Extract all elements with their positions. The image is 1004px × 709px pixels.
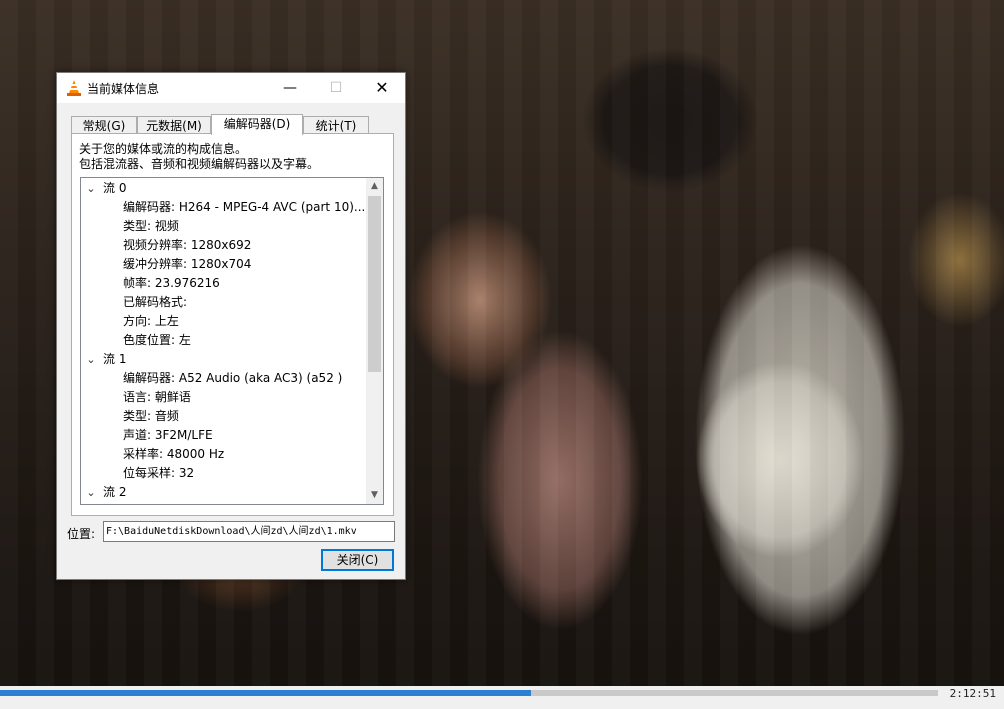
scroll-thumb[interactable] — [368, 196, 381, 372]
tree-item[interactable]: 色度位置: 左 — [123, 331, 191, 350]
tree-node-stream-2[interactable]: ⌄ 流 2 — [81, 483, 366, 502]
title-bar[interactable]: 当前媒体信息 — ☐ ✕ — [57, 73, 405, 103]
tree-item[interactable]: 位每采样: 32 — [123, 464, 194, 483]
panel-description: 关于您的媒体或流的构成信息。 包括混流器、音频和视频编解码器以及字幕。 — [79, 142, 319, 172]
stream-tree[interactable]: ⌄ 流 0 编解码器: H264 - MPEG-4 AVC (part 10).… — [80, 177, 384, 505]
description-line-2: 包括混流器、音频和视频编解码器以及字幕。 — [79, 157, 320, 171]
close-button[interactable]: 关闭(C) — [321, 549, 394, 571]
tree-scrollbar[interactable]: ▲ ▼ — [366, 178, 383, 504]
elapsed-time: 2:12:51 — [949, 687, 996, 700]
tree-item[interactable]: 类型: 音频 — [123, 407, 179, 426]
tree-item[interactable]: 视频分辨率: 1280x692 — [123, 236, 251, 255]
tree-item[interactable]: 帧率: 23.976216 — [123, 274, 220, 293]
tab-metadata[interactable]: 元数据(M) — [137, 116, 211, 134]
tree-node-stream-1[interactable]: ⌄ 流 1 — [81, 350, 366, 369]
stream-label: 流 2 — [103, 485, 127, 499]
tab-statistics[interactable]: 统计(T) — [303, 116, 369, 134]
location-label: 位置: — [67, 527, 96, 541]
location-field[interactable]: F:\BaiduNetdiskDownload\人间zd\人间zd\1.mkv — [103, 521, 395, 542]
tree-item[interactable]: 方向: 上左 — [123, 312, 179, 331]
media-info-dialog: 当前媒体信息 — ☐ ✕ 常规(G) 元数据(M) 编解码器(D) 统计(T) … — [56, 72, 406, 580]
expand-chevron-icon[interactable]: ⌄ — [85, 179, 97, 198]
tree-item[interactable]: 声道: 3F2M/LFE — [123, 426, 213, 445]
tree-item[interactable]: 语言: 朝鲜语 — [123, 388, 191, 407]
tree-node-stream-0[interactable]: ⌄ 流 0 — [81, 179, 366, 198]
window-title: 当前媒体信息 — [87, 82, 160, 96]
expand-chevron-icon[interactable]: ⌄ — [85, 350, 97, 369]
maximize-button[interactable]: ☐ — [313, 73, 359, 103]
tree-item[interactable]: 编解码器: H264 - MPEG-4 AVC (part 10)... — [123, 198, 365, 217]
seek-progress[interactable] — [0, 690, 531, 696]
player-controls: 2:12:51 — [0, 686, 1004, 709]
seek-track[interactable] — [0, 690, 938, 696]
tree-item[interactable]: 缓冲分辨率: 1280x704 — [123, 255, 251, 274]
tab-codec[interactable]: 编解码器(D) — [211, 114, 303, 135]
stream-label: 流 0 — [103, 181, 127, 195]
tree-item[interactable]: 类型: 视频 — [123, 217, 179, 236]
scroll-down-icon[interactable]: ▼ — [366, 487, 383, 504]
codec-panel: 关于您的媒体或流的构成信息。 包括混流器、音频和视频编解码器以及字幕。 ⌄ 流 … — [71, 133, 394, 516]
tree-item[interactable]: 采样率: 48000 Hz — [123, 445, 224, 464]
vlc-cone-icon — [67, 80, 81, 96]
description-line-1: 关于您的媒体或流的构成信息。 — [79, 142, 248, 156]
scroll-up-icon[interactable]: ▲ — [366, 178, 383, 195]
stream-label: 流 1 — [103, 352, 127, 366]
expand-chevron-icon[interactable]: ⌄ — [85, 483, 97, 502]
tree-item[interactable]: 编解码器: A52 Audio (aka AC3) (a52 ) — [123, 369, 342, 388]
tab-general[interactable]: 常规(G) — [71, 116, 137, 134]
minimize-button[interactable]: — — [267, 73, 313, 103]
tree-item[interactable]: 已解码格式: — [123, 293, 187, 312]
close-window-button[interactable]: ✕ — [359, 73, 405, 103]
